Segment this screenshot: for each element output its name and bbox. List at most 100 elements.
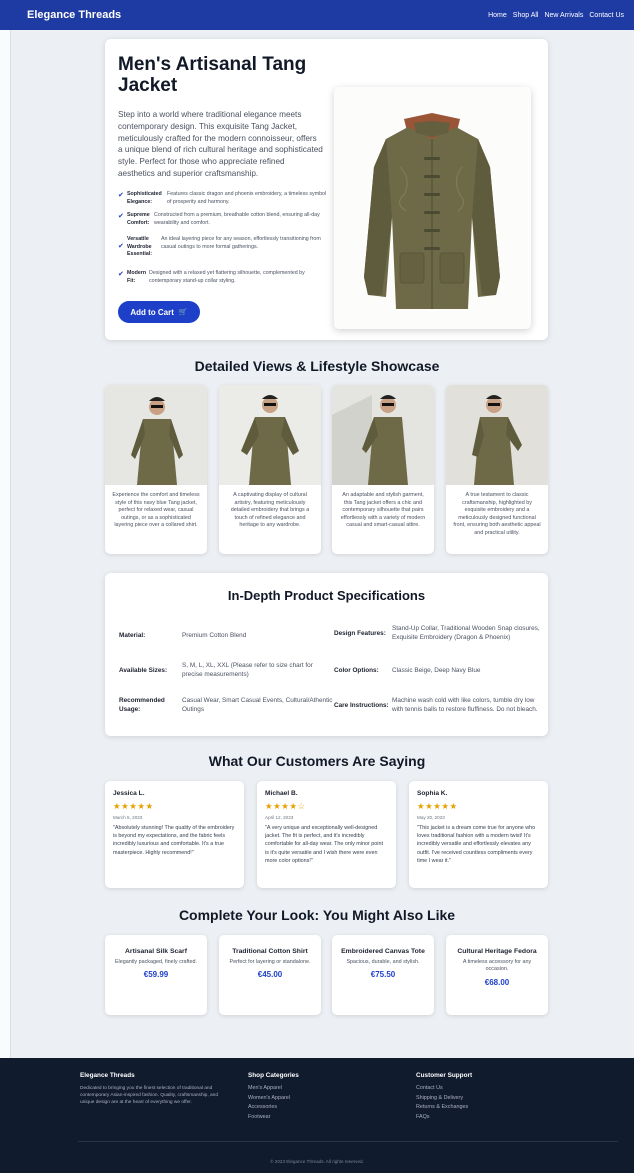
- footer-support-title: Customer Support: [416, 1072, 473, 1079]
- spec-label: Care Instructions:: [334, 701, 389, 709]
- product-price: €45.00: [257, 970, 283, 980]
- nav-link-contact[interactable]: Contact Us: [589, 12, 624, 19]
- related-product-card[interactable]: Traditional Cotton Shirt Perfect for lay…: [219, 935, 321, 1015]
- review-card: Michael B. ★★★★☆ April 12, 2023 "A very …: [257, 781, 396, 888]
- model-figure: [105, 385, 207, 485]
- nav-links: Home Shop All New Arrivals Contact Us: [488, 12, 624, 19]
- footer-link[interactable]: Contact Us: [416, 1085, 472, 1091]
- product-price: €59.99: [143, 970, 169, 980]
- feature-title: Sophisticated Elegance:: [127, 191, 162, 205]
- footer-link[interactable]: FAQs: [416, 1114, 472, 1120]
- related-product-card[interactable]: Embroidered Canvas Tote Spacious, durabl…: [332, 935, 434, 1015]
- footer-about-text: Dedicated to bringing you the finest sel…: [80, 1086, 219, 1105]
- footer-shop-title: Shop Categories: [248, 1072, 299, 1079]
- feature-item: ✔ Supreme Comfort: Constructed from a pr…: [118, 212, 328, 227]
- footer-link[interactable]: Footwear: [248, 1114, 299, 1120]
- site-footer: Elegance Threads Dedicated to bringing y…: [0, 1058, 634, 1173]
- product-desc: Elegantly packaged, finely crafted.: [114, 959, 198, 965]
- checkmark-icon: ✔: [118, 271, 124, 278]
- footer-link[interactable]: Men's Apparel: [248, 1085, 299, 1091]
- feature-title: Versatile Wardrobe Essential:: [127, 236, 153, 257]
- specs-title: In-Depth Product Specifications: [227, 588, 426, 603]
- browser-left-edge: [0, 30, 11, 1060]
- review-card: Jessica L. ★★★★★ March 5, 2023 "Absolute…: [105, 781, 244, 888]
- spec-label: Available Sizes:: [119, 666, 168, 674]
- model-figure: [219, 385, 321, 485]
- spec-row: Care Instructions: Machine wash cold wit…: [334, 688, 542, 722]
- related-section-title: Complete Your Look: You Might Also Like: [178, 907, 456, 923]
- spec-label: Material:: [119, 631, 146, 639]
- product-price: €75.50: [370, 970, 396, 980]
- feature-text: Designed with a relaxed yet flattering s…: [149, 270, 305, 284]
- footer-shop-categories: Shop Categories Men's Apparel Women's Ap…: [248, 1072, 299, 1120]
- star-rating-icon: ★★★★☆: [265, 801, 306, 811]
- feature-title: Modern Fit:: [127, 270, 147, 284]
- product-name: Traditional Cotton Shirt: [232, 948, 308, 955]
- footer-link[interactable]: Returns & Exchanges: [416, 1104, 472, 1110]
- review-date: May 20, 2023: [417, 815, 445, 820]
- spec-row: Material: Premium Cotton Blend: [119, 624, 334, 646]
- cart-icon: 🛒: [178, 309, 188, 316]
- spec-label: Color Options:: [334, 666, 379, 674]
- reviewer-name: Jessica L.: [113, 790, 145, 797]
- footer-link[interactable]: Shipping & Delivery: [416, 1095, 472, 1101]
- footer-customer-support: Customer Support Contact Us Shipping & D…: [416, 1072, 472, 1120]
- view-card: An adaptable and stylish garment, this T…: [332, 385, 434, 554]
- footer-brand: Elegance Threads: [80, 1072, 135, 1079]
- product-description: Step into a world where traditional eleg…: [118, 110, 323, 178]
- lifestyle-photo: [332, 385, 434, 485]
- footer-link[interactable]: Women's Apparel: [248, 1095, 299, 1101]
- lifestyle-photo: [219, 385, 321, 485]
- add-to-cart-button[interactable]: Add to Cart 🛒: [118, 301, 200, 323]
- view-card: A true testament to classic craftsmanshi…: [446, 385, 548, 554]
- footer-about: Elegance Threads Dedicated to bringing y…: [80, 1072, 230, 1106]
- copyright-text: © 2023 Elegance Threads. All rights rese…: [270, 1159, 364, 1164]
- brand-logo[interactable]: Elegance Threads: [27, 9, 121, 21]
- feature-text: Constructed from a premium, breathable c…: [154, 212, 320, 226]
- nav-link-new-arrivals[interactable]: New Arrivals: [544, 12, 583, 19]
- reviews-section-title: What Our Customers Are Saying: [208, 753, 426, 769]
- spec-label: Recommended Usage:: [119, 697, 165, 713]
- spec-value: Casual Wear, Smart Casual Events, Cultur…: [182, 697, 333, 713]
- spec-row: Available Sizes: S, M, L, XL, XXL (Pleas…: [119, 659, 334, 681]
- product-desc: Perfect for layering or standalone.: [229, 959, 311, 965]
- feature-item: ✔ Sophisticated Elegance: Features class…: [118, 191, 328, 206]
- jacket-illustration: [334, 87, 531, 329]
- review-date: April 12, 2023: [265, 815, 294, 820]
- top-navigation: Elegance Threads Home Shop All New Arriv…: [0, 0, 634, 30]
- spec-label: Design Features:: [334, 629, 386, 637]
- spec-value: S, M, L, XL, XXL (Please refer to size c…: [182, 662, 313, 678]
- view-caption: A captivating display of cultural artist…: [230, 492, 310, 529]
- view-caption: An adaptable and stylish garment, this T…: [340, 492, 426, 529]
- model-figure: [446, 385, 548, 485]
- feature-text: An ideal layering piece for any season, …: [161, 236, 321, 250]
- view-card: A captivating display of cultural artist…: [219, 385, 321, 554]
- view-caption: Experience the comfort and timeless styl…: [112, 492, 200, 529]
- lifestyle-photo: [446, 385, 548, 485]
- footer-link[interactable]: Accessories: [248, 1104, 299, 1110]
- product-desc: Spacious, durable, and stylish.: [346, 959, 420, 965]
- product-main-image: [334, 87, 531, 329]
- reviewer-name: Sophia K.: [417, 790, 448, 797]
- product-price: €68.00: [484, 977, 510, 987]
- spec-value: Classic Beige, Deep Navy Blue: [392, 666, 481, 674]
- review-text: "Absolutely stunning! The quality of the…: [113, 825, 235, 856]
- add-to-cart-label: Add to Cart: [130, 307, 174, 317]
- feature-text: Features classic dragon and phoenix embr…: [167, 191, 327, 205]
- view-card: Experience the comfort and timeless styl…: [105, 385, 207, 554]
- nav-link-home[interactable]: Home: [488, 12, 507, 19]
- related-product-card[interactable]: Artisanal Silk Scarf Elegantly packaged,…: [105, 935, 207, 1015]
- spec-value: Premium Cotton Blend: [182, 631, 247, 639]
- feature-item: ✔ Versatile Wardrobe Essential: An ideal…: [118, 236, 328, 259]
- related-product-card[interactable]: Cultural Heritage Fedora A timeless acce…: [446, 935, 548, 1015]
- spec-value: Machine wash cold with like colors, tumb…: [392, 697, 538, 713]
- product-name: Cultural Heritage Fedora: [457, 948, 537, 955]
- model-figure: [332, 385, 434, 485]
- checkmark-icon: ✔: [118, 192, 124, 199]
- nav-link-shop-all[interactable]: Shop All: [513, 12, 539, 19]
- product-desc: A timeless accessory for any occasion.: [462, 959, 532, 973]
- footer-divider: [78, 1141, 618, 1142]
- feature-item: ✔ Modern Fit: Designed with a relaxed ye…: [118, 270, 328, 285]
- view-caption: A true testament to classic craftsmanshi…: [453, 492, 541, 536]
- product-title: Men's Artisanal Tang Jacket: [118, 54, 307, 96]
